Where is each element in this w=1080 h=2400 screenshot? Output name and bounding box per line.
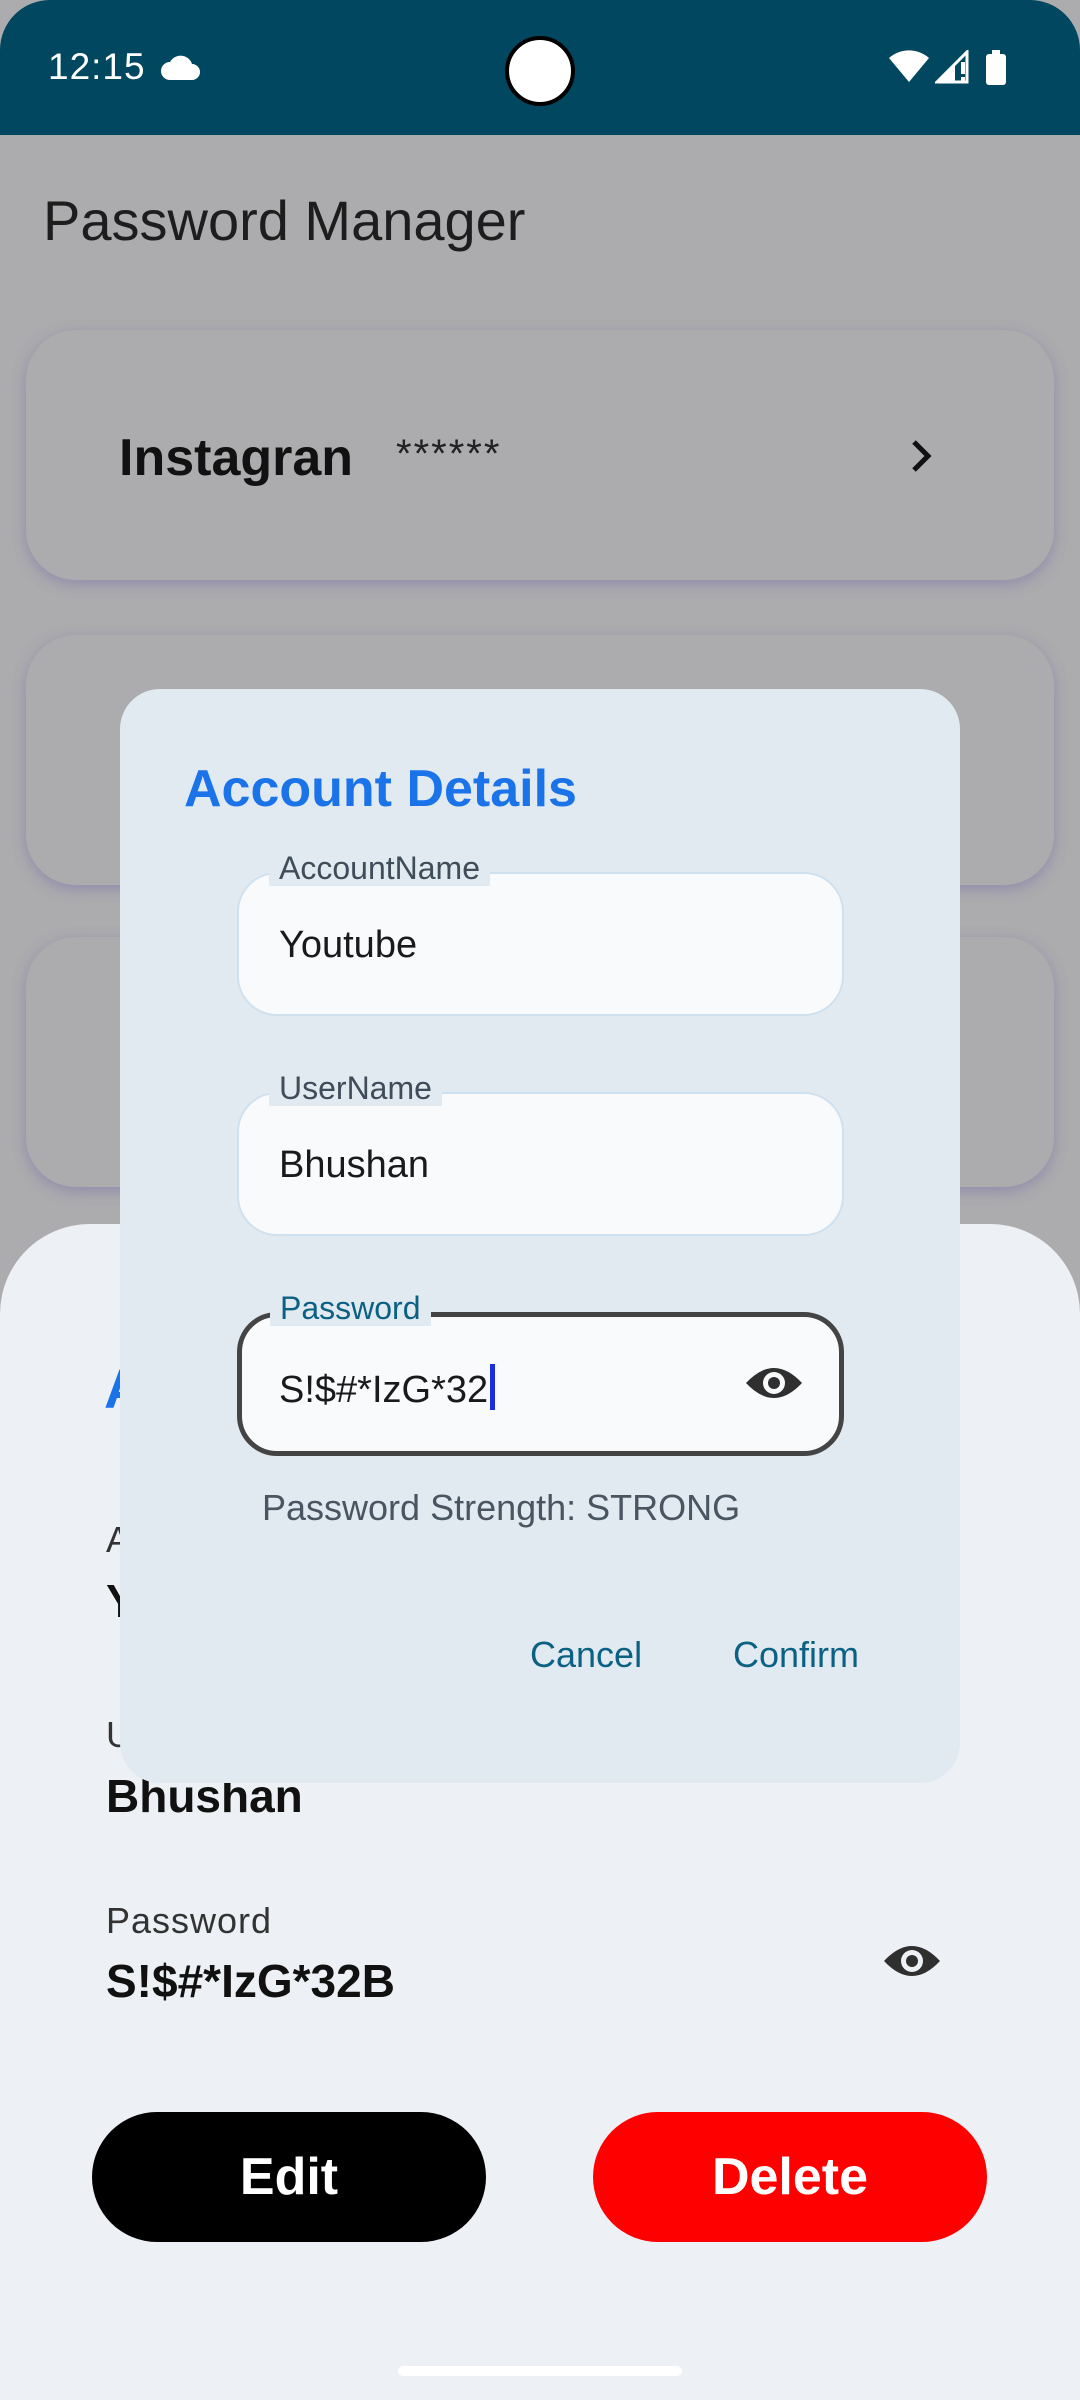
password-input[interactable]: S!$#*IzG*32 (279, 1364, 496, 1412)
dialog-title: Account Details (184, 760, 577, 818)
eye-icon[interactable] (744, 1363, 804, 1408)
account-name-field[interactable]: AccountName Youtube (237, 850, 844, 1016)
account-card-name: Instagran (119, 429, 354, 487)
account-name-field-label: AccountName (269, 850, 490, 886)
edit-button[interactable]: Edit (92, 2112, 486, 2242)
chevron-right-icon (906, 436, 936, 481)
account-card[interactable]: Instagran ****** (26, 330, 1054, 580)
text-caret (490, 1364, 496, 1410)
password-field[interactable]: Password S!$#*IzG*32 (237, 1290, 844, 1456)
username-field-label: UserName (269, 1070, 442, 1106)
password-strength-text: Password Strength: STRONG (262, 1487, 741, 1528)
home-indicator (398, 2366, 682, 2376)
username-field[interactable]: UserName Bhushan (237, 1070, 844, 1236)
status-time: 12:15 (48, 46, 146, 87)
wifi-icon (888, 50, 930, 89)
confirm-button[interactable]: Confirm (733, 1634, 859, 1676)
password-field-label: Password (270, 1290, 431, 1326)
account-name-input[interactable]: Youtube (279, 924, 417, 967)
username-input[interactable]: Bhushan (279, 1144, 429, 1187)
eye-icon[interactable] (882, 1941, 942, 1986)
cancel-button[interactable]: Cancel (530, 1634, 642, 1676)
battery-icon (985, 50, 1007, 91)
cloud-icon (160, 54, 202, 87)
camera-cutout (505, 36, 575, 106)
account-card-masked-password: ****** (396, 432, 502, 476)
password-label: Password (106, 1900, 273, 1941)
signal-icon (933, 48, 971, 89)
account-details-dialog: Account Details AccountName Youtube User… (120, 689, 960, 1783)
password-value: S!$#*IzG*32B (106, 1955, 395, 2007)
status-bar: 12:15 (0, 0, 1080, 135)
app-title: Password Manager (43, 189, 526, 252)
password-input-text: S!$#*IzG*32 (279, 1369, 489, 1411)
delete-button[interactable]: Delete (593, 2112, 987, 2242)
